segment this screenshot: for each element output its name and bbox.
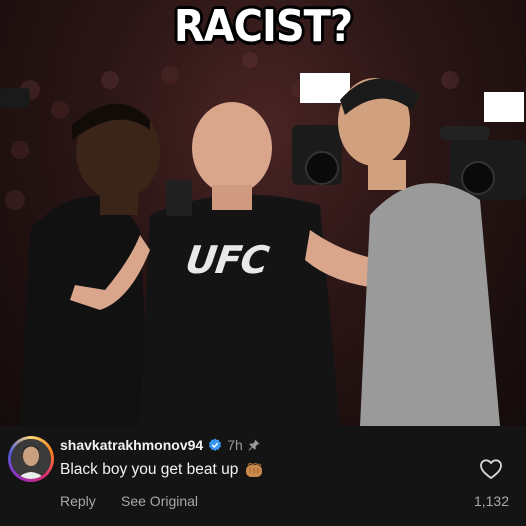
comment-header: shavkatrakhmonov94 7h	[60, 437, 260, 453]
oncoming-fist-icon	[246, 462, 263, 477]
like-heart-icon[interactable]	[479, 458, 503, 480]
stage-light	[484, 92, 524, 122]
username[interactable]: shavkatrakhmonov94	[60, 437, 203, 453]
pin-icon	[248, 439, 260, 451]
like-count: 1,132	[473, 493, 509, 509]
comment-text: Black boy you get beat up	[60, 461, 264, 479]
reply-button[interactable]: Reply	[60, 493, 96, 509]
post-photo: UFC RACIST?	[0, 0, 526, 426]
shirt-logo: UFC	[182, 238, 271, 282]
avatar[interactable]	[8, 436, 54, 482]
verified-badge-icon	[209, 438, 222, 452]
comment-body: Black boy you get beat up	[60, 461, 239, 478]
post-headline: RACIST?	[173, 2, 353, 52]
avatar-photo	[11, 439, 51, 479]
see-original-button[interactable]: See Original	[121, 493, 198, 509]
comment-time: 7h	[227, 437, 243, 453]
comment: shavkatrakhmonov94 7h Black boy you get …	[0, 426, 526, 526]
faceoff-photo-illustration	[0, 52, 526, 426]
